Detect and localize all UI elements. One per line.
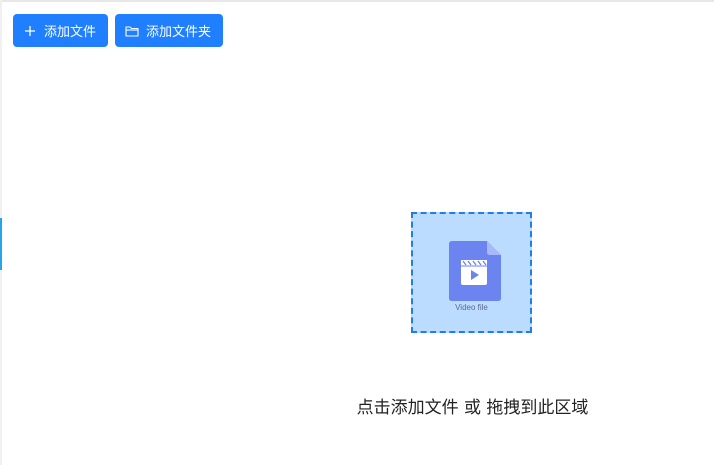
- video-file-icon: [449, 241, 501, 301]
- file-dropzone[interactable]: Video file: [411, 212, 532, 333]
- video-file-caption: Video file: [455, 303, 488, 312]
- dropzone-hint: 点击添加文件 或 拖拽到此区域: [356, 398, 589, 418]
- add-folder-label: 添加文件夹: [146, 25, 212, 40]
- add-file-label: 添加文件: [44, 25, 97, 40]
- left-edge-accent: [0, 218, 2, 270]
- add-file-button[interactable]: 添加文件: [13, 14, 109, 47]
- toolbar: 添加文件 添加文件夹: [13, 14, 224, 47]
- window-top-border: [0, 0, 714, 2]
- plus-icon: [23, 24, 37, 38]
- folder-icon: [125, 24, 139, 38]
- add-folder-button[interactable]: 添加文件夹: [115, 14, 224, 47]
